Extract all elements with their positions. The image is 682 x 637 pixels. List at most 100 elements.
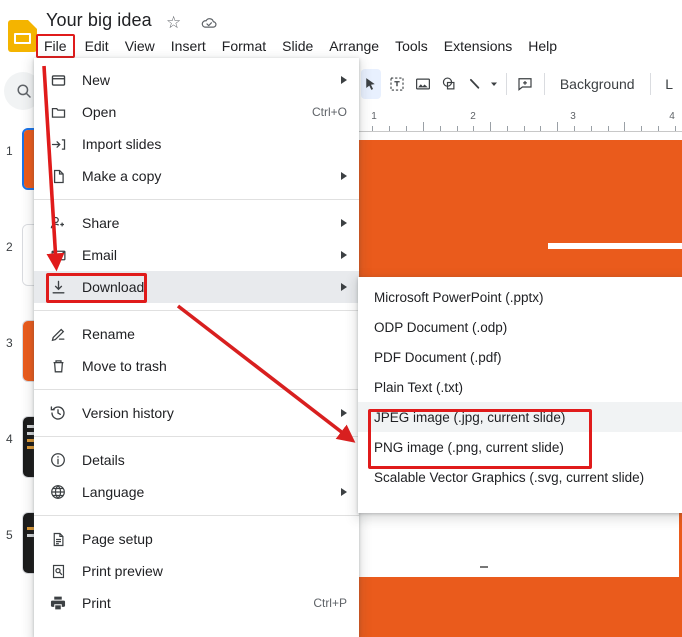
chevron-down-icon[interactable] (488, 69, 500, 99)
submenu-item-pdf[interactable]: PDF Document (.pdf) (358, 342, 682, 372)
ruler-tick-label: 2 (470, 111, 476, 122)
line-icon[interactable] (465, 69, 485, 99)
submenu-arrow-icon (341, 409, 347, 417)
toolbar-divider (505, 73, 507, 95)
trash-icon (48, 356, 68, 376)
new-slide-icon (48, 70, 68, 90)
submenu-arrow-icon (341, 251, 347, 259)
cloud-saved-icon[interactable] (198, 14, 220, 32)
import-icon (48, 134, 68, 154)
menu-slide[interactable]: Slide (274, 35, 321, 57)
menu-divider (34, 310, 359, 311)
menu-item-move-to-trash[interactable]: Move to trash (34, 350, 359, 382)
menu-view[interactable]: View (117, 35, 163, 57)
slide-accent-rule (548, 243, 682, 249)
menu-item-label: Email (82, 247, 118, 263)
submenu-item-png[interactable]: PNG image (.png, current slide) (358, 432, 682, 462)
search-icon[interactable] (15, 82, 33, 100)
menu-item-shortcut: Ctrl+O (311, 105, 347, 119)
shape-icon[interactable] (439, 69, 459, 99)
menu-item-label: Print (82, 595, 111, 611)
submenu-item-odp[interactable]: ODP Document (.odp) (358, 312, 682, 342)
menu-extensions[interactable]: Extensions (436, 35, 520, 57)
menu-item-page-setup[interactable]: Page setup (34, 523, 359, 555)
copy-file-icon (48, 166, 68, 186)
horizontal-ruler[interactable]: 1 2 3 4 (356, 110, 682, 132)
menu-insert[interactable]: Insert (163, 35, 214, 57)
logo-fold (28, 20, 37, 29)
menu-help[interactable]: Help (520, 35, 565, 57)
menu-item-version-history[interactable]: Version history (34, 397, 359, 429)
submenu-arrow-icon (341, 488, 347, 496)
background-button[interactable]: Background (551, 71, 644, 97)
menu-item-label: New (82, 72, 111, 88)
menu-item-download[interactable]: Download (34, 271, 359, 303)
cursor-select-icon[interactable] (361, 69, 381, 99)
slides-editor-window: Your big idea ☆ File Edit View Insert Fo… (0, 0, 682, 637)
menu-item-label: Download (82, 279, 145, 295)
submenu-item-svg[interactable]: Scalable Vector Graphics (.svg, current … (358, 462, 682, 492)
slide-boundary-marker (480, 566, 488, 568)
thumbnail-number: 5 (6, 528, 13, 542)
menu-item-new[interactable]: New (34, 64, 359, 96)
menu-item-share[interactable]: Share (34, 207, 359, 239)
add-comment-icon[interactable] (515, 69, 535, 99)
menu-item-make-a-copy[interactable]: Make a copy (34, 160, 359, 192)
info-circle-icon (48, 450, 68, 470)
menu-divider (34, 389, 359, 390)
menu-item-email[interactable]: Email (34, 239, 359, 271)
editor-toolbar: Background L (356, 60, 682, 108)
menu-arrange[interactable]: Arrange (321, 35, 387, 57)
menu-format[interactable]: Format (214, 35, 274, 57)
slide-canvas-bottom[interactable]: A guide b (356, 577, 682, 637)
menu-item-print-preview[interactable]: Print preview (34, 555, 359, 587)
thumbnail-number: 4 (6, 432, 13, 446)
submenu-arrow-icon (341, 283, 347, 291)
globe-icon (48, 482, 68, 502)
toolbar-divider (649, 73, 651, 95)
menu-item-label: Print preview (82, 563, 163, 579)
download-icon (48, 277, 68, 297)
submenu-arrow-icon (341, 219, 347, 227)
google-slides-logo[interactable] (8, 20, 37, 52)
menu-edit[interactable]: Edit (77, 35, 117, 57)
logo-screen (14, 33, 31, 44)
menu-item-details[interactable]: Details (34, 444, 359, 476)
ruler-tick-label: 3 (570, 111, 576, 122)
menu-item-label: Version history (82, 405, 174, 421)
submenu-arrow-icon (341, 172, 347, 180)
history-clock-icon (48, 403, 68, 423)
download-submenu: Microsoft PowerPoint (.pptx) ODP Documen… (358, 277, 682, 513)
menu-file[interactable]: File (36, 34, 75, 58)
menu-item-label: Details (82, 452, 125, 468)
menu-bar: File Edit View Insert Format Slide Arran… (36, 34, 565, 58)
menu-item-print[interactable]: Print Ctrl+P (34, 587, 359, 619)
submenu-item-pptx[interactable]: Microsoft PowerPoint (.pptx) (358, 282, 682, 312)
top-bar: Your big idea ☆ File Edit View Insert Fo… (0, 0, 682, 60)
menu-item-open[interactable]: Open Ctrl+O (34, 96, 359, 128)
ruler-tick-label: 4 (669, 111, 675, 122)
submenu-arrow-icon (341, 76, 347, 84)
menu-item-import-slides[interactable]: Import slides (34, 128, 359, 160)
document-title[interactable]: Your big idea (46, 10, 152, 31)
share-person-icon (48, 213, 68, 233)
pencil-rename-icon (48, 324, 68, 344)
print-preview-icon (48, 561, 68, 581)
star-outline-icon[interactable]: ☆ (166, 14, 181, 32)
menu-divider (34, 436, 359, 437)
layout-button[interactable]: L (656, 71, 682, 97)
text-box-icon[interactable] (387, 69, 407, 99)
email-icon (48, 245, 68, 265)
submenu-item-jpeg[interactable]: JPEG image (.jpg, current slide) (358, 402, 682, 432)
insert-image-icon[interactable] (413, 69, 433, 99)
submenu-item-txt[interactable]: Plain Text (.txt) (358, 372, 682, 402)
menu-item-label: Move to trash (82, 358, 167, 374)
menu-tools[interactable]: Tools (387, 35, 436, 57)
menu-item-rename[interactable]: Rename (34, 318, 359, 350)
menu-item-label: Share (82, 215, 120, 231)
menu-item-label: Import slides (82, 136, 162, 152)
file-menu-dropdown: New Open Ctrl+O Import slides Make a cop… (34, 58, 359, 637)
menu-item-language[interactable]: Language (34, 476, 359, 508)
printer-icon (48, 593, 68, 613)
thumbnail-number: 3 (6, 336, 13, 350)
